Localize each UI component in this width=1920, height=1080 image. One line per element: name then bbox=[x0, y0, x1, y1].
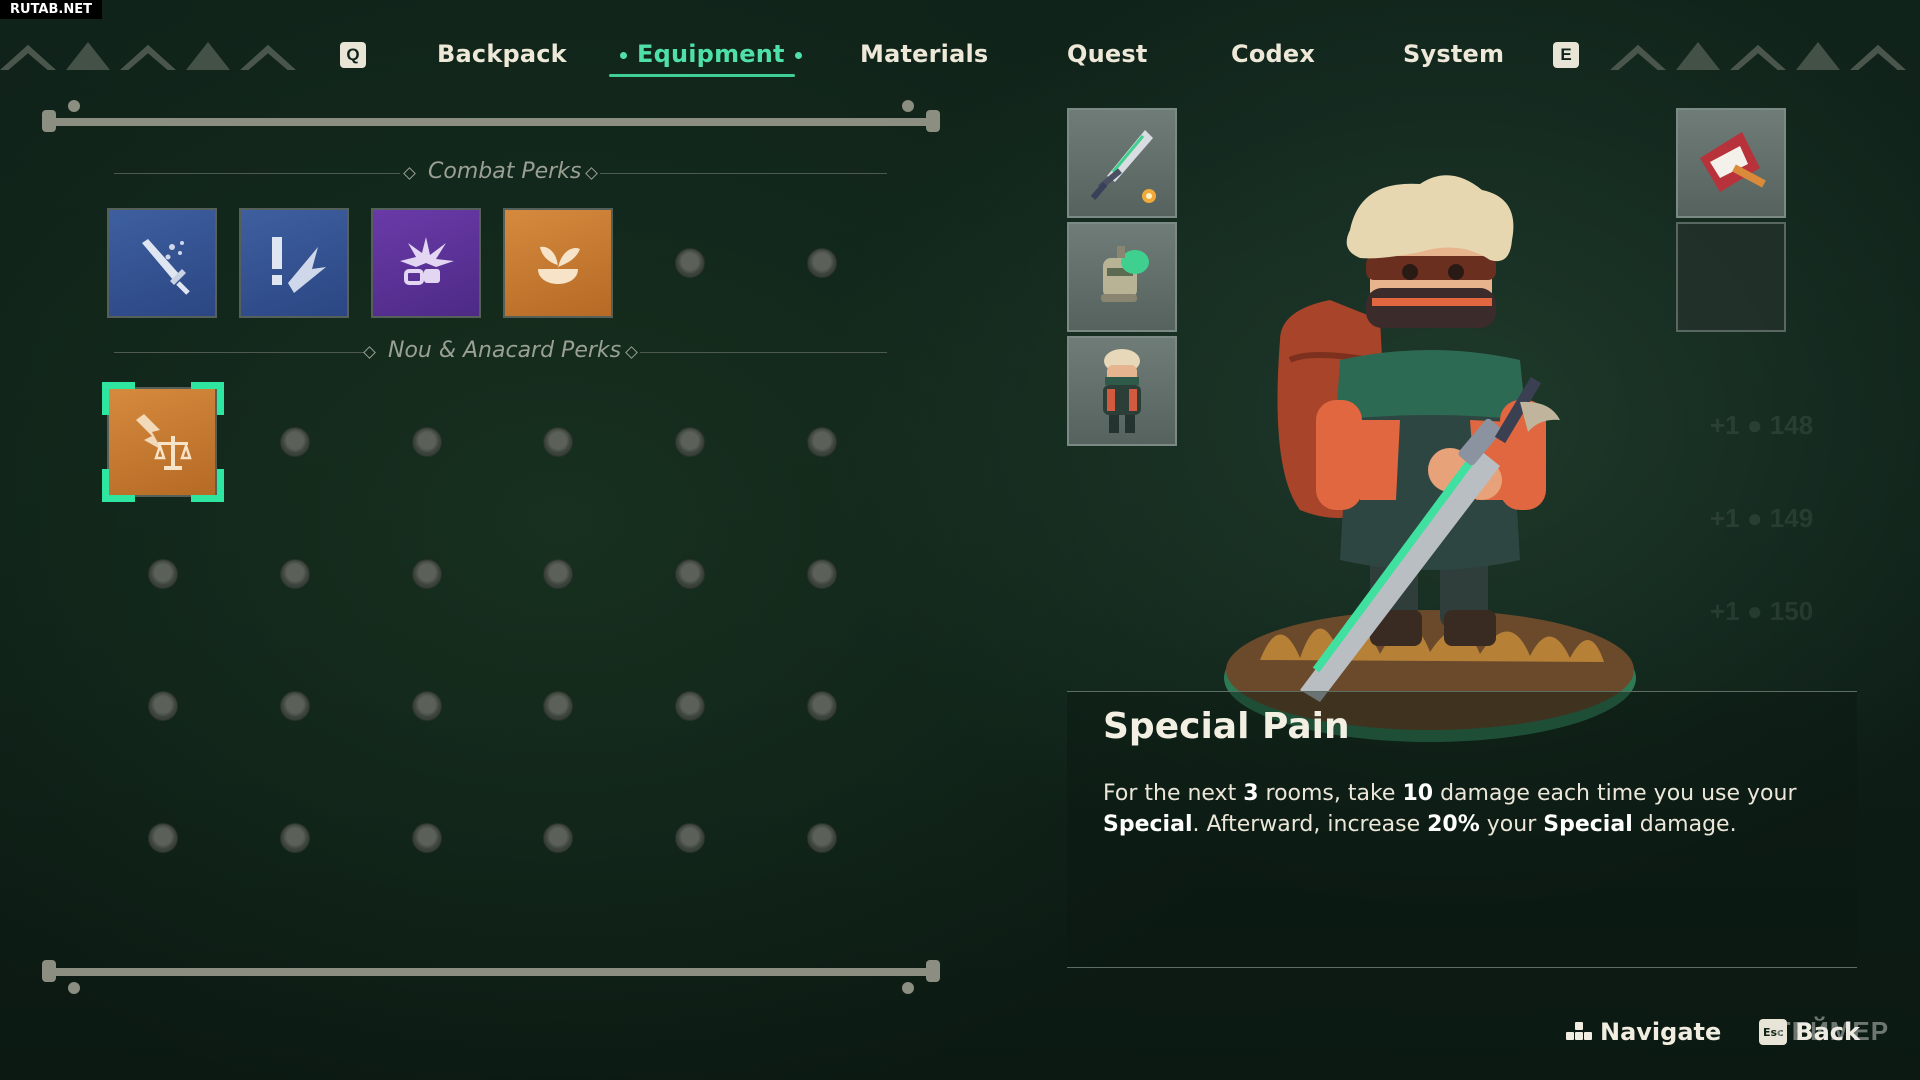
bottom-rail bbox=[42, 960, 940, 982]
top-navigation: Q Backpack Equipment Materials Quest Cod… bbox=[0, 36, 1920, 76]
sprout-icon bbox=[538, 246, 580, 284]
tab-equipment[interactable]: Equipment bbox=[610, 40, 812, 68]
navigate-hint[interactable]: Navigate bbox=[1600, 1018, 1721, 1046]
desc-highlight: 10 bbox=[1402, 781, 1434, 806]
divider-line bbox=[114, 173, 400, 174]
empty-perk-slot[interactable] bbox=[412, 559, 442, 589]
tab-system[interactable]: System bbox=[1403, 40, 1504, 68]
active-tab-underline bbox=[609, 74, 795, 77]
tab-backpack[interactable]: Backpack bbox=[437, 40, 567, 68]
divider-line bbox=[114, 352, 364, 353]
gadget-slot[interactable] bbox=[1067, 222, 1177, 332]
burst-chain-icon bbox=[400, 237, 454, 285]
bg-faint-number: +1 ● 150 bbox=[1710, 596, 1814, 626]
empty-perk-slot[interactable] bbox=[543, 559, 573, 589]
lantern-gear-icon bbox=[1101, 246, 1149, 302]
empty-perk-slot[interactable] bbox=[543, 691, 573, 721]
empty-perk-slot[interactable] bbox=[280, 691, 310, 721]
tab-materials[interactable]: Materials bbox=[860, 40, 988, 68]
diamond-ornament bbox=[585, 167, 598, 180]
outfit-slot[interactable] bbox=[1067, 336, 1177, 446]
desc-text: rooms, take bbox=[1258, 781, 1403, 806]
rail-knob bbox=[902, 100, 914, 112]
diamond-ornament bbox=[625, 346, 638, 359]
character-preview bbox=[1220, 170, 1640, 750]
site-watermark: RUTAB.NET bbox=[0, 0, 102, 19]
empty-perk-slot[interactable] bbox=[675, 248, 705, 278]
empty-perk-slot[interactable] bbox=[148, 823, 178, 853]
bg-faint-number: +1 ● 149 bbox=[1710, 503, 1814, 533]
description-divider-top bbox=[1067, 691, 1857, 692]
desc-text: your bbox=[1479, 812, 1544, 837]
empty-perk-slot[interactable] bbox=[280, 823, 310, 853]
empty-perk-slot[interactable] bbox=[807, 427, 837, 457]
next-tab-key[interactable]: E bbox=[1553, 42, 1579, 68]
red-pennant-icon bbox=[1700, 132, 1766, 192]
empty-perk-slot[interactable] bbox=[412, 691, 442, 721]
dpad-icon bbox=[1566, 1022, 1592, 1040]
trinket-slot-2[interactable] bbox=[1676, 222, 1786, 332]
empty-perk-slot[interactable] bbox=[148, 559, 178, 589]
empty-perk-slot[interactable] bbox=[543, 427, 573, 457]
empty-perk-slot[interactable] bbox=[280, 559, 310, 589]
right-decor-strip bbox=[1610, 42, 1906, 70]
active-dot-left bbox=[620, 51, 627, 59]
desc-highlight: Special bbox=[1543, 812, 1633, 837]
desc-text: . Afterward, increase bbox=[1192, 812, 1428, 837]
weapon-slot[interactable] bbox=[1067, 108, 1177, 218]
divider-line bbox=[600, 173, 887, 174]
brand-watermark: ГЕЙМЕР bbox=[1776, 1016, 1890, 1046]
selection-cursor bbox=[102, 382, 224, 502]
rail-knob bbox=[68, 100, 80, 112]
empty-perk-slot[interactable] bbox=[675, 427, 705, 457]
empty-perk-slot[interactable] bbox=[807, 823, 837, 853]
greatsword-icon bbox=[1090, 130, 1156, 203]
rail-knob bbox=[902, 982, 914, 994]
empty-perk-slot[interactable] bbox=[807, 691, 837, 721]
empty-perk-slot[interactable] bbox=[675, 691, 705, 721]
empty-perk-slot[interactable] bbox=[148, 691, 178, 721]
desc-highlight: 3 bbox=[1243, 781, 1259, 806]
hero-character-figure bbox=[1224, 175, 1636, 742]
exclamation-slash-icon bbox=[272, 237, 326, 293]
empty-perk-slot[interactable] bbox=[807, 559, 837, 589]
prev-tab-key[interactable]: Q bbox=[340, 42, 366, 68]
companion-perks-heading: Nou & Anacard Perks bbox=[388, 338, 622, 363]
empty-perk-slot[interactable] bbox=[543, 823, 573, 853]
combat-perk-slot-3[interactable] bbox=[371, 208, 481, 318]
diamond-ornament bbox=[363, 346, 376, 359]
description-divider-bottom bbox=[1067, 967, 1857, 968]
rail-knob bbox=[68, 982, 80, 994]
tab-equipment-label: Equipment bbox=[637, 40, 785, 68]
empty-perk-slot[interactable] bbox=[412, 427, 442, 457]
combat-perks-heading: Combat Perks bbox=[428, 159, 582, 184]
top-rail bbox=[42, 110, 940, 132]
desc-text: For the next bbox=[1103, 781, 1244, 806]
empty-perk-slot[interactable] bbox=[412, 823, 442, 853]
character-outfit-icon bbox=[1103, 349, 1141, 433]
tab-codex[interactable]: Codex bbox=[1231, 40, 1315, 68]
left-decor-strip bbox=[0, 42, 296, 70]
tab-quest[interactable]: Quest bbox=[1067, 40, 1148, 68]
empty-perk-slot[interactable] bbox=[675, 559, 705, 589]
empty-perk-slot[interactable] bbox=[807, 248, 837, 278]
perk-title: Special Pain bbox=[1103, 706, 1350, 747]
desc-text: damage. bbox=[1632, 812, 1737, 837]
empty-perk-slot[interactable] bbox=[280, 427, 310, 457]
combat-perk-slot-4[interactable] bbox=[503, 208, 613, 318]
bg-faint-number: +1 ● 148 bbox=[1710, 410, 1814, 440]
combat-perk-slot-1[interactable] bbox=[107, 208, 217, 318]
combat-perk-slot-2[interactable] bbox=[239, 208, 349, 318]
desc-text: damage each time you use your bbox=[1433, 781, 1797, 806]
empty-perk-slot[interactable] bbox=[675, 823, 705, 853]
sword-sparkle-icon bbox=[142, 239, 190, 295]
desc-highlight: 20% bbox=[1427, 812, 1480, 837]
divider-line bbox=[640, 352, 887, 353]
perk-description: For the next 3 rooms, take 10 damage eac… bbox=[1103, 778, 1803, 840]
active-dot-right bbox=[794, 51, 802, 59]
trinket-slot-1[interactable] bbox=[1676, 108, 1786, 218]
diamond-ornament bbox=[403, 167, 416, 180]
desc-highlight: Special bbox=[1103, 812, 1193, 837]
